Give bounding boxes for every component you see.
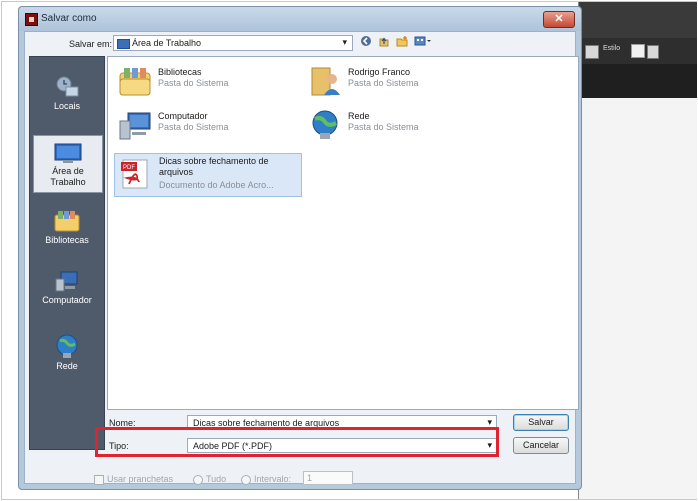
all-label: Tudo: [206, 474, 227, 484]
network-icon: [56, 334, 78, 358]
use-boards-label: Usar pranchetas: [107, 474, 174, 484]
highlight-box: [95, 427, 499, 457]
desktop-icon: [117, 39, 130, 49]
checkbox[interactable]: [94, 474, 104, 485]
up-folder-icon[interactable]: [377, 35, 391, 49]
file-item-network[interactable]: Rede Pasta do Sistema: [308, 109, 498, 145]
interval-option[interactable]: Intervalo:: [241, 474, 291, 485]
place-label: Bibliotecas: [45, 235, 89, 245]
background-app-titlebar: [579, 2, 697, 38]
style-swatch[interactable]: [631, 44, 645, 58]
radio-interval[interactable]: [241, 474, 251, 485]
desktop-icon: [54, 143, 82, 163]
file-name: Rede: [348, 111, 370, 121]
save-in-label: Salvar em:: [69, 39, 113, 49]
background-app-window: Estilo: [578, 2, 697, 499]
save-button[interactable]: Salvar: [513, 414, 569, 431]
background-app-toolbar: Estilo: [579, 38, 697, 64]
dialog-body: Salvar em: Área de Trabalho ▾ Locais Áre…: [24, 31, 579, 484]
save-in-value: Área de Trabalho: [132, 38, 202, 48]
places-bar: Locais Área de Trabalho Bibliotecas Comp…: [29, 56, 105, 450]
file-item-pdf[interactable]: PDF Dicas sobre fechamento de arquivos D…: [114, 153, 302, 197]
dialog-title: Salvar como: [41, 13, 97, 24]
file-name: Dicas sobre fechamento de arquivos: [159, 156, 269, 177]
back-icon[interactable]: [359, 35, 373, 49]
cancel-button[interactable]: Cancelar: [513, 437, 569, 454]
file-name: Bibliotecas: [158, 67, 202, 77]
file-list[interactable]: Bibliotecas Pasta do Sistema Rodrigo Fra…: [107, 56, 579, 410]
file-type: Pasta do Sistema: [348, 78, 419, 88]
file-type: Documento do Adobe Acro...: [159, 180, 274, 190]
place-label: Rede: [56, 361, 78, 371]
libraries-folder-icon: [119, 68, 151, 96]
file-name: Computador: [158, 111, 208, 121]
file-type: Pasta do Sistema: [158, 78, 229, 88]
use-boards-option[interactable]: Usar pranchetas: [94, 474, 173, 485]
network-icon: [312, 110, 338, 139]
save-in-combo[interactable]: Área de Trabalho ▾: [113, 35, 353, 51]
computer-icon: [119, 112, 151, 140]
style-dropdown-button[interactable]: [647, 45, 659, 59]
place-desktop[interactable]: Área de Trabalho: [33, 135, 103, 193]
user-folder-icon: [311, 67, 340, 96]
pdf-file-icon: PDF: [121, 159, 148, 189]
close-button[interactable]: ✕: [543, 11, 575, 28]
svg-text:PDF: PDF: [123, 165, 135, 171]
file-item-computer[interactable]: Computador Pasta do Sistema: [118, 109, 308, 145]
radio-all[interactable]: [193, 474, 203, 485]
place-recent[interactable]: Locais: [33, 75, 101, 112]
file-name: Rodrigo Franco: [348, 67, 411, 77]
background-dropdown-button[interactable]: [585, 45, 599, 59]
file-item-libraries[interactable]: Bibliotecas Pasta do Sistema: [118, 65, 308, 101]
background-app-strip: [579, 64, 697, 98]
file-type: Pasta do Sistema: [348, 122, 419, 132]
computer-icon: [55, 271, 78, 292]
file-type: Pasta do Sistema: [158, 122, 229, 132]
place-label: Computador: [42, 295, 92, 305]
view-menu-icon[interactable]: [413, 35, 433, 49]
save-as-dialog: Salvar como ✕ Salvar em: Área de Trabalh…: [18, 6, 582, 490]
new-folder-icon[interactable]: [395, 35, 409, 49]
place-label: Locais: [53, 101, 80, 111]
place-computer[interactable]: Computador: [33, 269, 101, 306]
recent-places-icon: [56, 76, 79, 97]
interval-input[interactable]: 1: [303, 471, 353, 485]
app-icon: [25, 13, 38, 26]
file-item-user-folder[interactable]: Rodrigo Franco Pasta do Sistema: [308, 65, 498, 101]
chevron-down-icon: ▾: [342, 37, 347, 47]
all-option[interactable]: Tudo: [193, 474, 226, 485]
dialog-titlebar[interactable]: Salvar como ✕: [19, 7, 581, 31]
interval-label: Intervalo:: [254, 474, 292, 484]
place-label: Área de Trabalho: [50, 166, 86, 187]
libraries-icon: [54, 211, 80, 232]
place-libraries[interactable]: Bibliotecas: [33, 209, 101, 246]
place-network[interactable]: Rede: [33, 333, 101, 372]
style-label: Estilo: [603, 45, 621, 52]
